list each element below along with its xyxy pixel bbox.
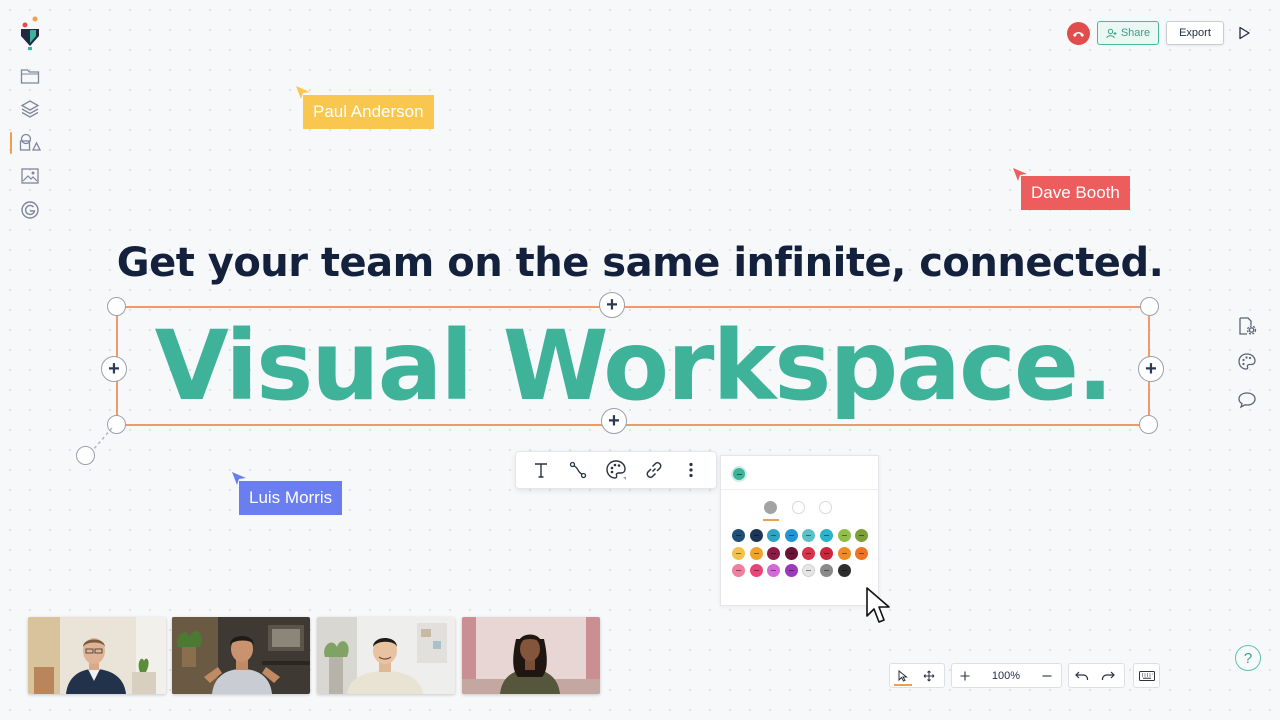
add-user-icon <box>1106 28 1117 38</box>
app-logo[interactable] <box>18 16 42 52</box>
integrations-icon[interactable] <box>18 198 42 222</box>
color-swatch[interactable] <box>784 564 798 577</box>
zoom-in-icon[interactable] <box>952 664 978 687</box>
keyboard-shortcuts-button[interactable] <box>1133 663 1160 688</box>
fill-style-none[interactable] <box>819 501 832 514</box>
color-swatch[interactable] <box>837 529 851 542</box>
add-connector-left-icon[interactable]: + <box>101 356 127 382</box>
video-tile-4[interactable] <box>462 617 600 694</box>
layers-icon[interactable] <box>18 97 42 121</box>
video-tile-2[interactable] <box>172 617 310 694</box>
collaborator-tag-paul: Paul Anderson <box>303 95 434 129</box>
color-swatch[interactable] <box>802 564 816 577</box>
color-swatch[interactable] <box>855 546 869 560</box>
current-color-swatch[interactable] <box>731 466 747 482</box>
video-tile-3[interactable] <box>317 617 455 694</box>
folder-icon[interactable] <box>18 64 42 88</box>
video-tile-1[interactable] <box>28 617 166 694</box>
link-icon[interactable] <box>641 457 667 483</box>
share-button-label: Share <box>1120 27 1151 39</box>
history-controls <box>1068 663 1125 688</box>
collaborator-tag-dave: Dave Booth <box>1021 176 1130 210</box>
add-connector-bottom-icon[interactable]: + <box>601 408 627 434</box>
color-swatch[interactable] <box>749 529 763 542</box>
color-swatch[interactable] <box>767 564 781 577</box>
color-swatch[interactable] <box>732 529 745 542</box>
fill-style-active-indicator <box>763 519 779 521</box>
resize-handle-top-left[interactable] <box>107 297 126 316</box>
share-button[interactable]: Share <box>1097 21 1159 45</box>
color-swatch[interactable] <box>749 564 763 577</box>
zoom-controls: 100% <box>951 663 1062 688</box>
redo-icon[interactable] <box>1095 664 1121 687</box>
fill-style-solid[interactable] <box>764 501 777 514</box>
subheading-text[interactable]: Get your team on the same infinite, conn… <box>0 240 1280 286</box>
color-swatch[interactable] <box>820 546 833 560</box>
select-pointer-icon[interactable] <box>890 664 916 687</box>
page-settings-icon[interactable] <box>1236 315 1258 337</box>
color-swatch[interactable] <box>820 529 833 542</box>
help-button[interactable]: ? <box>1235 645 1261 671</box>
collaborator-tag-luis: Luis Morris <box>239 481 343 515</box>
color-swatch[interactable] <box>855 529 869 542</box>
active-tool-indicator <box>10 132 12 154</box>
text-context-toolbar <box>515 451 717 489</box>
add-connector-right-icon[interactable]: + <box>1138 356 1164 382</box>
end-call-button[interactable] <box>1067 22 1090 45</box>
select-tools-group <box>889 663 945 688</box>
connector-end-handle[interactable] <box>76 446 95 465</box>
color-swatch[interactable] <box>784 529 798 542</box>
color-swatch[interactable] <box>767 546 781 560</box>
color-swatch[interactable] <box>732 564 745 577</box>
comment-icon[interactable] <box>1236 389 1258 411</box>
text-icon[interactable] <box>528 457 554 483</box>
color-swatch[interactable] <box>820 564 833 577</box>
color-swatch[interactable] <box>802 529 816 542</box>
color-swatch[interactable] <box>802 546 816 560</box>
fill-style-outline[interactable] <box>792 501 805 514</box>
present-play-icon[interactable] <box>1234 23 1254 43</box>
resize-handle-top-right[interactable] <box>1140 297 1159 316</box>
palette-divider <box>721 489 878 490</box>
color-palette-popover <box>720 455 879 606</box>
color-swatch[interactable] <box>784 546 798 560</box>
color-swatch[interactable] <box>767 529 781 542</box>
zoom-level[interactable]: 100% <box>978 670 1034 682</box>
image-icon[interactable] <box>18 164 42 188</box>
color-swatch[interactable] <box>732 546 745 560</box>
add-connector-top-icon[interactable]: + <box>599 292 625 318</box>
zoom-out-icon[interactable] <box>1034 664 1060 687</box>
export-button[interactable]: Export <box>1166 21 1224 45</box>
shapes-icon[interactable] <box>18 131 42 155</box>
keyboard-icon <box>1134 664 1159 687</box>
mouse-cursor-icon <box>866 587 890 623</box>
color-swatch[interactable] <box>837 546 851 560</box>
selection-box <box>116 306 1150 426</box>
theme-palette-icon[interactable] <box>1236 351 1258 373</box>
color-palette-icon[interactable] <box>603 457 629 483</box>
undo-icon[interactable] <box>1069 664 1095 687</box>
active-tool-underline <box>894 684 912 686</box>
resize-handle-bottom-right[interactable] <box>1139 415 1158 434</box>
connector-icon[interactable] <box>565 457 591 483</box>
color-swatch[interactable] <box>837 564 851 577</box>
color-swatch[interactable] <box>749 546 763 560</box>
pan-move-icon[interactable] <box>916 664 942 687</box>
more-options-icon[interactable] <box>678 457 704 483</box>
